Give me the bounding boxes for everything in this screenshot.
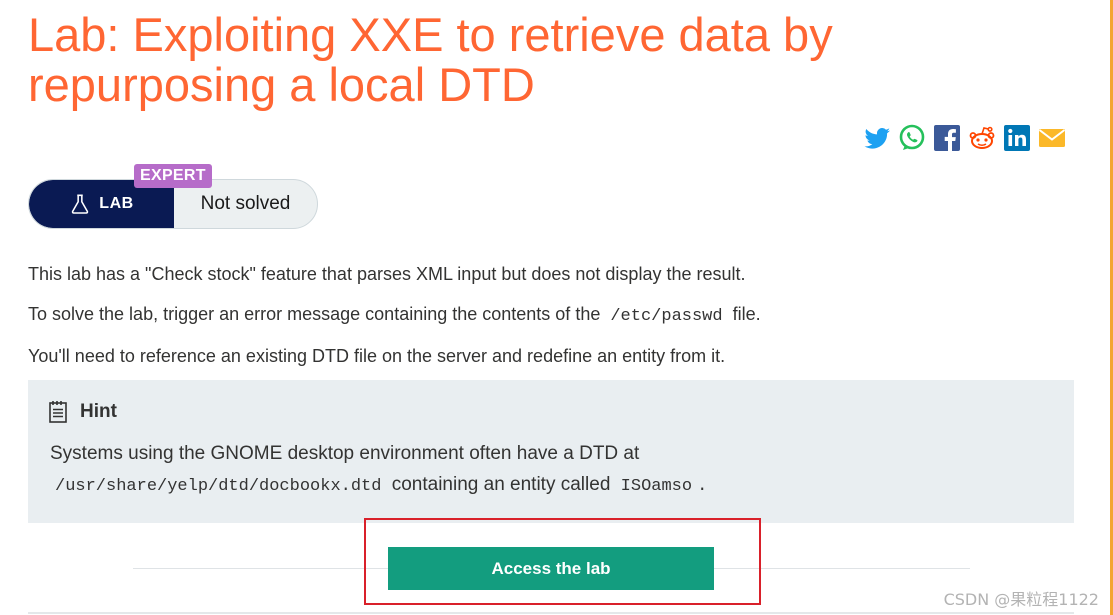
hint-header[interactable]: Hint [48, 400, 117, 424]
entity-name-code: ISOamso [620, 477, 693, 496]
description-paragraph-3: You'll need to reference an existing DTD… [28, 346, 726, 366]
whatsapp-icon[interactable] [897, 123, 927, 153]
hint-text-line-1: Systems using the GNOME desktop environm… [50, 443, 640, 464]
facebook-icon[interactable] [932, 123, 962, 153]
email-icon[interactable] [1037, 123, 1067, 153]
notepad-icon [49, 401, 67, 423]
lab-label: LAB [99, 195, 134, 212]
dtd-path-code: /usr/share/yelp/dtd/docbookx.dtd [55, 477, 382, 496]
hint-text: containing an entity called [391, 474, 611, 495]
description-text: file. [732, 304, 761, 324]
linkedin-icon[interactable] [1002, 123, 1032, 153]
hint-panel[interactable]: Hint Systems using the GNOME desktop env… [28, 380, 1074, 523]
hint-title: Hint [80, 401, 117, 422]
hint-text-line-2: /usr/share/yelp/dtd/docbookx.dtd contain… [50, 473, 707, 499]
flask-icon [72, 194, 89, 214]
reddit-icon[interactable] [967, 123, 997, 153]
description-paragraph-1: This lab has a "Check stock" feature tha… [28, 264, 746, 284]
share-bar [862, 123, 1072, 153]
watermark: CSDN @果粒程1122 [943, 590, 1099, 609]
access-lab-button[interactable]: Access the lab [388, 547, 714, 590]
passwd-path-code: /etc/passwd [610, 307, 723, 326]
twitter-icon[interactable] [862, 123, 892, 153]
description-paragraph-2: To solve the lab, trigger an error messa… [28, 302, 761, 329]
difficulty-badge: EXPERT [134, 164, 212, 188]
hint-period: . [697, 477, 708, 496]
bottom-divider [28, 612, 1074, 614]
page-title: Lab: Exploiting XXE to retrieve data by … [28, 8, 833, 111]
description-text: To solve the lab, trigger an error messa… [28, 304, 601, 324]
